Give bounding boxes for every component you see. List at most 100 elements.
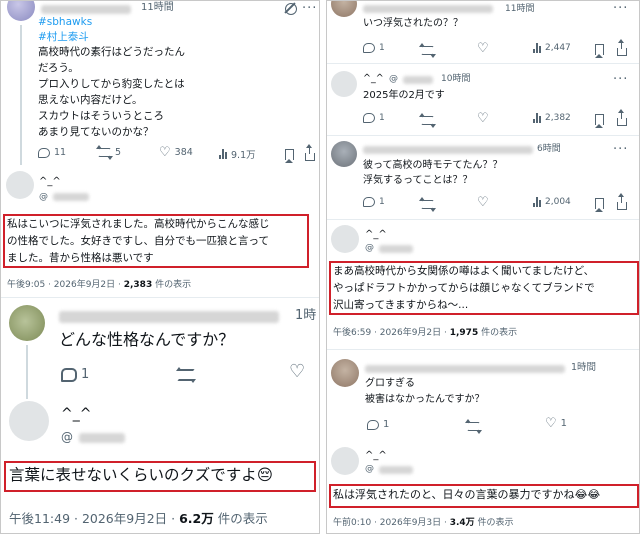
- retweet-icon: [96, 145, 113, 160]
- user-handle[interactable]: @: [365, 463, 374, 475]
- user-name-redacted: [363, 5, 493, 13]
- heart-icon[interactable]: ♡: [477, 42, 489, 55]
- reply-text-line: グロすぎる: [365, 378, 415, 389]
- reply-button[interactable]: 1: [61, 367, 89, 382]
- post-text: 言葉に表せないくらいのクズですよ😔: [9, 465, 273, 486]
- reply-text: どんな性格なんですか？: [59, 330, 235, 349]
- post-text-line: 私はこいつに浮気されました。高校時代からこんな感じ: [7, 218, 270, 230]
- reply-count: 1: [379, 113, 385, 123]
- heart-icon: ♡: [545, 416, 557, 431]
- post-text-line: やっぱドラフトかかってからは顔じゃなくてブランドで: [333, 282, 595, 294]
- avatar[interactable]: [331, 1, 357, 17]
- user-name[interactable]: ^_^: [365, 449, 387, 463]
- thread-line: [26, 345, 28, 399]
- tweet-text-line: プロ入りしてから豹変したとは: [38, 78, 185, 90]
- retweet-icon[interactable]: [419, 197, 436, 212]
- avatar[interactable]: [331, 225, 359, 253]
- laughing-emoji: 😂😂: [574, 488, 601, 501]
- divider: [327, 219, 639, 220]
- user-name[interactable]: ^_^: [365, 228, 387, 242]
- more-icon[interactable]: ···: [613, 2, 628, 15]
- reply-button[interactable]: 1: [363, 197, 385, 207]
- retweet-icon[interactable]: [419, 113, 436, 128]
- like-button[interactable]: ♡ 384: [159, 146, 193, 159]
- share-icon[interactable]: [617, 39, 627, 56]
- more-icon[interactable]: ···: [302, 2, 317, 15]
- reply-button[interactable]: 11: [38, 147, 66, 158]
- tweet-text-line: あまり見てないのかな？: [38, 126, 154, 138]
- reply-icon: [363, 43, 375, 53]
- reply-icon: [38, 147, 50, 158]
- user-name-redacted: [363, 146, 533, 154]
- tweet-time: 11時間: [141, 2, 174, 13]
- share-icon[interactable]: [305, 144, 315, 161]
- avatar[interactable]: [9, 305, 45, 341]
- retweet-button[interactable]: 5: [96, 145, 121, 160]
- reply-icon: [61, 367, 77, 382]
- views-button[interactable]: 2,447: [533, 43, 571, 53]
- avatar[interactable]: [7, 1, 35, 21]
- reply-button[interactable]: 1: [363, 43, 385, 53]
- avatar[interactable]: [331, 141, 357, 167]
- bookmark-icon[interactable]: [595, 198, 604, 212]
- views-icon: [219, 149, 227, 159]
- avatar[interactable]: [9, 401, 49, 441]
- reply-count: 1: [379, 197, 385, 207]
- like-button[interactable]: ♡: [289, 363, 305, 381]
- more-icon[interactable]: ···: [613, 73, 628, 86]
- avatar[interactable]: [331, 71, 357, 97]
- post-text-body: 言葉に表せないくらいのクズですよ: [9, 466, 257, 484]
- views-button[interactable]: 2,382: [533, 113, 571, 123]
- views-button[interactable]: 9.1万: [219, 147, 256, 161]
- post-views-label: 件の表示: [474, 518, 514, 528]
- bookmark-icon[interactable]: [595, 114, 604, 128]
- post-timestamp: 午後9:05 · 2026年9月2日 ·: [7, 280, 124, 290]
- right-thread-screenshot: 11時間 ··· いつ浮気されたの？？ 1 ♡ 2,447 ^_^ @ 10時間…: [326, 0, 640, 534]
- user-name[interactable]: ^_^: [61, 405, 91, 424]
- user-handle[interactable]: @: [389, 73, 398, 85]
- reply-button[interactable]: 1: [363, 113, 385, 123]
- bookmark-icon[interactable]: [595, 44, 604, 58]
- user-handle[interactable]: @: [365, 242, 374, 254]
- heart-icon: ♡: [159, 145, 171, 160]
- reply-text-line: 被害はなかったんですか？: [365, 394, 485, 405]
- post-text: 私は浮気されたのと、日々の言葉の暴力ですかね😂😂: [333, 488, 600, 503]
- post-meta: 午前0:10 · 2026年9月3日 · 3.4万 件の表示: [333, 517, 514, 529]
- user-name[interactable]: ^_^: [39, 175, 61, 189]
- retweet-button[interactable]: [176, 367, 196, 383]
- view-count: 2,004: [545, 197, 571, 207]
- avatar[interactable]: [331, 447, 359, 475]
- hashtag-link[interactable]: #sbhawks: [38, 15, 92, 29]
- retweet-icon[interactable]: [419, 43, 436, 58]
- more-icon[interactable]: ···: [613, 143, 628, 156]
- post-timestamp: 午後11:49 · 2026年9月2日 ·: [9, 511, 180, 526]
- heart-icon[interactable]: ♡: [477, 112, 489, 125]
- reply-text: 2025年の2月です: [363, 90, 445, 101]
- grok-icon[interactable]: [285, 3, 297, 15]
- hashtag-link[interactable]: #村上泰斗: [38, 30, 89, 44]
- reply-time: 11時間: [505, 4, 535, 14]
- reply-text: いつ浮気されたの？？: [363, 18, 463, 29]
- post-view-count: 3.4万: [449, 518, 475, 528]
- avatar[interactable]: [331, 359, 359, 387]
- user-handle[interactable]: @: [61, 429, 73, 445]
- post-meta: 午後9:05 · 2026年9月2日 · 2,383 件の表示: [7, 279, 191, 291]
- bookmark-icon[interactable]: [285, 149, 294, 163]
- avatar[interactable]: [6, 171, 34, 199]
- reply-time: 1時: [295, 308, 317, 323]
- post-meta: 午後11:49 · 2026年9月2日 · 6.2万 件の表示: [9, 511, 268, 528]
- views-icon: [533, 43, 541, 53]
- tweet-text-line: 思えない内容だけど。: [38, 94, 143, 106]
- heart-icon[interactable]: ♡: [477, 196, 489, 209]
- reply-time: 1時間: [571, 362, 597, 373]
- user-name[interactable]: ^_^: [363, 73, 384, 86]
- views-button[interactable]: 2,004: [533, 197, 571, 207]
- retweet-icon[interactable]: [465, 419, 482, 434]
- reply-icon: [363, 197, 375, 207]
- like-button[interactable]: ♡ 1: [545, 417, 567, 430]
- reply-button[interactable]: 1: [367, 419, 389, 430]
- share-icon[interactable]: [617, 193, 627, 210]
- user-handle[interactable]: @: [39, 191, 48, 203]
- share-icon[interactable]: [617, 109, 627, 126]
- post-view-count: 6.2万: [179, 511, 214, 526]
